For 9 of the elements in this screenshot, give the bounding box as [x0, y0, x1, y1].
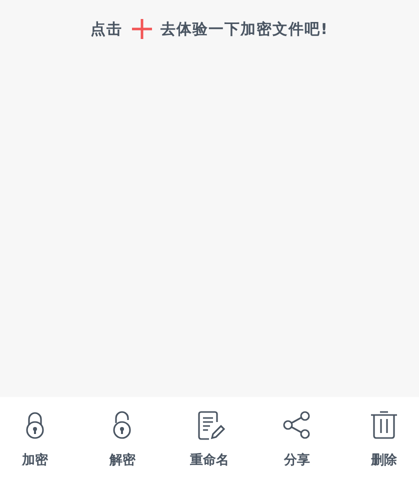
toolbar-button[interactable]: 删除 — [349, 397, 419, 481]
toolbar-button[interactable]: 加密 — [0, 397, 70, 481]
toolbar-button[interactable]: 解密 — [87, 397, 158, 481]
toolbar-button[interactable]: 重命名 — [174, 397, 244, 481]
plus-icon — [130, 18, 153, 40]
hint-text: 去体验一下加密文件吧! — [160, 19, 328, 40]
hint-text: 点击 — [90, 19, 123, 40]
delete-icon — [368, 409, 400, 441]
toolbar-button[interactable]: 分享 — [262, 397, 332, 481]
